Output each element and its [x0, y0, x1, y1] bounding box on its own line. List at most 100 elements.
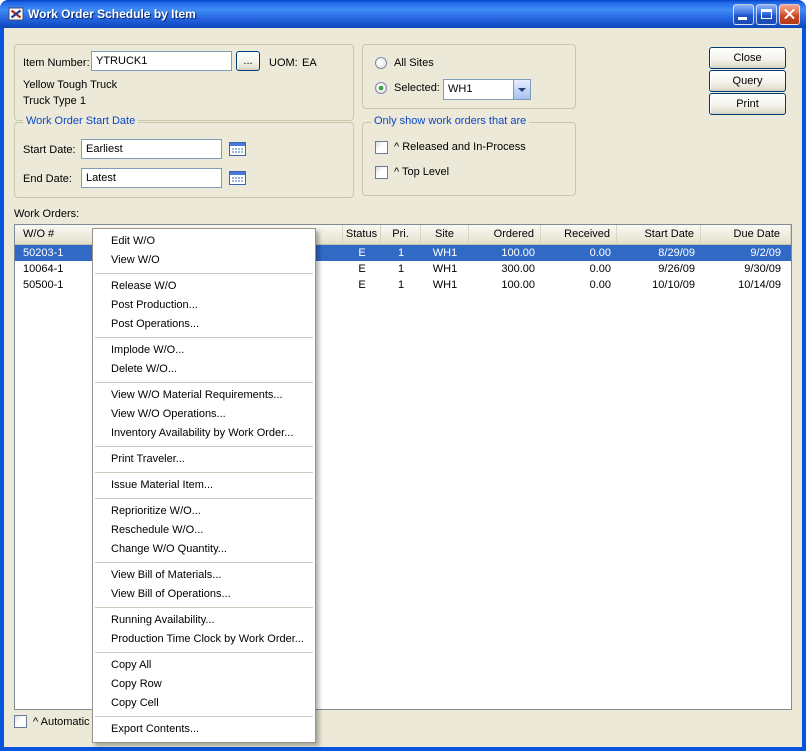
- menu-item-view-wo-operations[interactable]: View W/O Operations...: [93, 405, 315, 424]
- minimize-icon: [738, 17, 747, 20]
- uom-value: EA: [302, 57, 317, 69]
- cell-ordered: 300.00: [469, 261, 541, 277]
- filter-group-title: Only show work orders that are: [371, 115, 529, 127]
- column-header-received[interactable]: Received: [541, 225, 617, 244]
- menu-item-view-bill-of-operations[interactable]: View Bill of Operations...: [93, 585, 315, 604]
- cell-ordered: 100.00: [469, 277, 541, 293]
- close-window-button[interactable]: [779, 4, 800, 25]
- calendar-icon: [229, 173, 246, 188]
- menu-item-release-wo[interactable]: Release W/O: [93, 277, 315, 296]
- menu-separator: [95, 273, 313, 274]
- dialog-content: Item Number: ... UOM: EA Yellow Tough Tr…: [4, 28, 802, 747]
- all-sites-label: All Sites: [394, 57, 434, 69]
- cell-received: 0.00: [541, 277, 617, 293]
- automatic-update-checkbox[interactable]: [14, 715, 27, 728]
- menu-item-issue-material-item[interactable]: Issue Material Item...: [93, 476, 315, 495]
- item-browse-button[interactable]: ...: [236, 51, 260, 71]
- cell-site: WH1: [421, 245, 469, 261]
- site-combobox-value: WH1: [444, 80, 513, 99]
- column-header-ordered[interactable]: Ordered: [469, 225, 541, 244]
- cell-priority: 1: [381, 245, 421, 261]
- start-date-input[interactable]: [81, 139, 222, 159]
- menu-item-edit-wo[interactable]: Edit W/O: [93, 232, 315, 251]
- column-header-priority[interactable]: Pri.: [381, 225, 421, 244]
- menu-separator: [95, 562, 313, 563]
- all-sites-radio[interactable]: [375, 57, 387, 69]
- menu-separator: [95, 716, 313, 717]
- cell-priority: 1: [381, 261, 421, 277]
- cell-due-date: 9/30/09: [701, 261, 791, 277]
- menu-item-copy-all[interactable]: Copy All: [93, 656, 315, 675]
- cell-priority: 1: [381, 277, 421, 293]
- menu-item-reprioritize-wo[interactable]: Reprioritize W/O...: [93, 502, 315, 521]
- menu-item-export-contents[interactable]: Export Contents...: [93, 720, 315, 739]
- print-button[interactable]: Print: [709, 93, 786, 115]
- menu-item-production-time-clock[interactable]: Production Time Clock by Work Order...: [93, 630, 315, 649]
- chevron-down-icon: [518, 88, 526, 92]
- released-in-process-label: ^ Released and In-Process: [394, 141, 526, 153]
- menu-item-print-traveler[interactable]: Print Traveler...: [93, 450, 315, 469]
- start-date-label: Start Date:: [23, 144, 76, 156]
- menu-separator: [95, 652, 313, 653]
- menu-item-copy-cell[interactable]: Copy Cell: [93, 694, 315, 713]
- cell-received: 0.00: [541, 261, 617, 277]
- close-icon: [780, 5, 799, 24]
- cell-status: E: [343, 245, 381, 261]
- menu-item-post-operations[interactable]: Post Operations...: [93, 315, 315, 334]
- cell-due-date: 10/14/09: [701, 277, 791, 293]
- cell-start-date: 9/26/09: [617, 261, 701, 277]
- released-in-process-checkbox[interactable]: [375, 141, 388, 154]
- app-icon: [8, 6, 24, 22]
- combobox-dropdown-button[interactable]: [513, 80, 530, 99]
- menu-separator: [95, 472, 313, 473]
- menu-item-inventory-availability[interactable]: Inventory Availability by Work Order...: [93, 424, 315, 443]
- menu-separator: [95, 446, 313, 447]
- menu-item-view-bill-of-materials[interactable]: View Bill of Materials...: [93, 566, 315, 585]
- maximize-icon: [761, 9, 772, 19]
- minimize-button[interactable]: [733, 4, 754, 25]
- column-header-due-date[interactable]: Due Date: [701, 225, 791, 244]
- menu-item-delete-wo[interactable]: Delete W/O...: [93, 360, 315, 379]
- menu-item-post-production[interactable]: Post Production...: [93, 296, 315, 315]
- menu-item-change-wo-quantity[interactable]: Change W/O Quantity...: [93, 540, 315, 559]
- automatic-update-label: ^ Automatic: [33, 716, 90, 728]
- query-button[interactable]: Query: [709, 70, 786, 92]
- maximize-button[interactable]: [756, 4, 777, 25]
- cell-ordered: 100.00: [469, 245, 541, 261]
- column-header-start-date[interactable]: Start Date: [617, 225, 701, 244]
- sites-group: All Sites Selected: WH1: [362, 44, 576, 109]
- menu-item-running-availability[interactable]: Running Availability...: [93, 611, 315, 630]
- start-date-calendar-button[interactable]: [226, 139, 248, 159]
- column-header-site[interactable]: Site: [421, 225, 469, 244]
- menu-item-view-material-requirements[interactable]: View W/O Material Requirements...: [93, 386, 315, 405]
- cell-received: 0.00: [541, 245, 617, 261]
- item-description-line2: Truck Type 1: [23, 95, 86, 107]
- selected-site-label: Selected:: [394, 82, 440, 94]
- end-date-input[interactable]: [81, 168, 222, 188]
- item-number-label: Item Number:: [23, 57, 90, 69]
- end-date-calendar-button[interactable]: [226, 168, 248, 188]
- top-level-checkbox[interactable]: [375, 166, 388, 179]
- cell-status: E: [343, 277, 381, 293]
- item-number-input[interactable]: [91, 51, 232, 71]
- start-date-group-title: Work Order Start Date: [23, 115, 138, 127]
- work-order-schedule-window: Work Order Schedule by Item Item Number:…: [0, 0, 806, 751]
- titlebar[interactable]: Work Order Schedule by Item: [0, 0, 806, 28]
- top-level-label: ^ Top Level: [394, 166, 449, 178]
- cell-site: WH1: [421, 261, 469, 277]
- menu-item-reschedule-wo[interactable]: Reschedule W/O...: [93, 521, 315, 540]
- menu-item-copy-row[interactable]: Copy Row: [93, 675, 315, 694]
- column-header-status[interactable]: Status: [343, 225, 381, 244]
- menu-item-view-wo[interactable]: View W/O: [93, 251, 315, 270]
- cell-site: WH1: [421, 277, 469, 293]
- item-group: Item Number: ... UOM: EA Yellow Tough Tr…: [14, 44, 354, 121]
- selected-site-radio[interactable]: [375, 82, 387, 94]
- close-button[interactable]: Close: [709, 47, 786, 69]
- window-title: Work Order Schedule by Item: [28, 7, 196, 21]
- site-combobox[interactable]: WH1: [443, 79, 531, 100]
- end-date-label: End Date:: [23, 173, 72, 185]
- cell-due-date: 9/2/09: [701, 245, 791, 261]
- work-orders-label: Work Orders:: [14, 208, 79, 220]
- menu-item-implode-wo[interactable]: Implode W/O...: [93, 341, 315, 360]
- cell-status: E: [343, 261, 381, 277]
